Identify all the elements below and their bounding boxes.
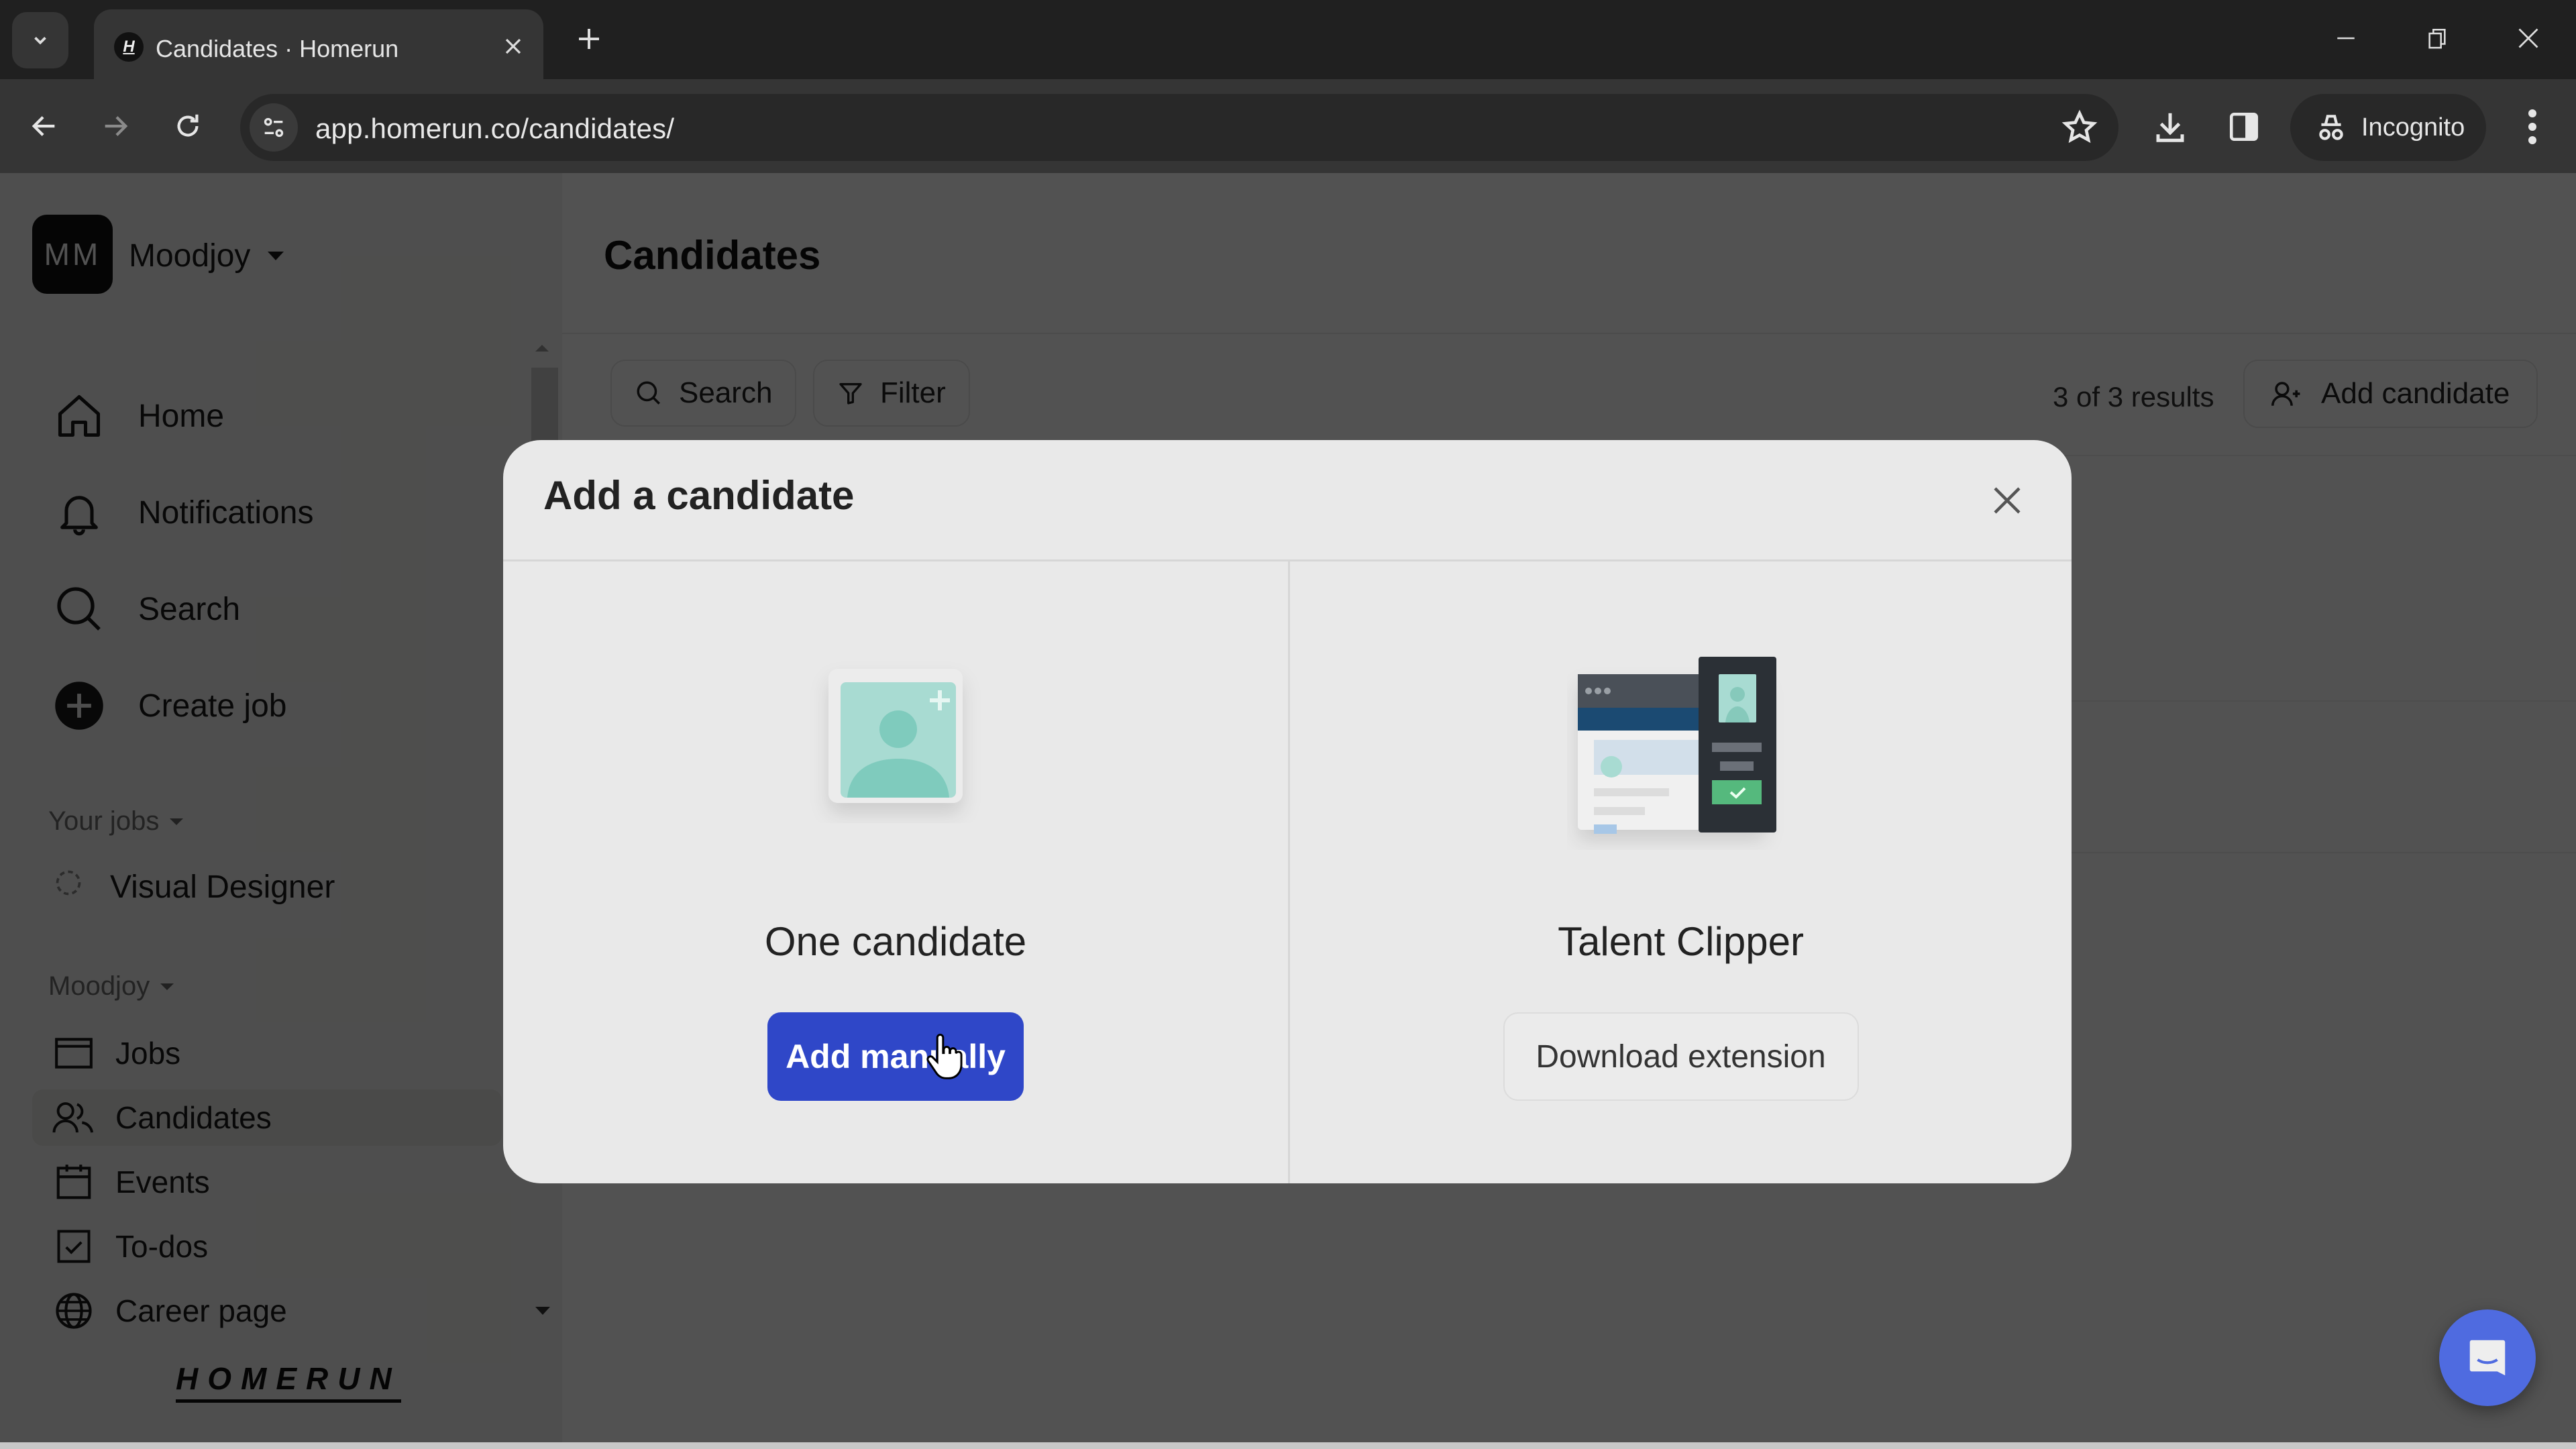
arrow-left-icon [32,116,55,136]
modal-title: Add a candidate [543,473,855,518]
incognito-label: Incognito [2361,113,2465,142]
option-title: Talent Clipper [1558,919,1804,964]
homerun-favicon-icon: H [114,32,144,62]
incognito-icon [2319,115,2343,140]
window-bottom-edge [0,1442,2576,1449]
tune-icon [264,117,284,138]
talent-clipper-illustration-icon [1567,649,1795,853]
option-one-candidate: One candidate Add manually [503,561,1288,1183]
browser-tab-bar: H Candidates · Homerun [0,0,2576,79]
tab-close-button[interactable] [496,30,530,63]
chat-bubble-icon [2469,1340,2506,1376]
restore-button[interactable] [2407,15,2467,62]
downloads-button[interactable] [2147,103,2194,150]
close-icon [1994,487,2021,514]
close-icon [505,38,521,54]
incognito-indicator[interactable]: Incognito [2290,94,2486,161]
new-tab-button[interactable] [570,20,608,58]
close-icon [2518,28,2538,48]
restore-icon [2428,28,2446,49]
add-person-illustration-icon [808,649,983,826]
modal-close-button[interactable] [1980,474,2034,527]
side-panel-button[interactable] [2220,103,2267,150]
add-candidate-modal: Add a candidate One candidate Add manual… [503,440,2072,1183]
option-title: One candidate [764,919,1027,964]
download-icon [2156,113,2184,142]
hand-cursor-icon [926,1033,963,1083]
site-info-button[interactable] [250,103,298,152]
more-vert-icon [2528,109,2536,144]
star-icon [2061,109,2098,144]
url-text: app.homerun.co/candidates/ [315,113,675,144]
minimize-icon [2337,37,2355,40]
chevron-down-icon [34,36,46,45]
plus-icon [579,29,599,49]
bookmark-button[interactable] [2061,109,2098,146]
add-manually-button[interactable]: Add manually [767,1012,1024,1101]
back-button[interactable] [17,99,71,153]
address-bar[interactable]: app.homerun.co/candidates/ [240,94,2118,161]
tab-title: Candidates · Homerun [156,35,399,62]
support-chat-button[interactable] [2439,1309,2536,1406]
tab-search-button[interactable] [12,12,68,68]
minimize-button[interactable] [2316,15,2376,62]
forward-button[interactable] [89,99,142,153]
browser-toolbar: app.homerun.co/candidates/ Incognito [0,79,2576,173]
reload-icon [177,114,199,137]
reload-button[interactable] [161,99,215,153]
browser-menu-button[interactable] [2509,103,2556,150]
browser-tab[interactable]: H Candidates · Homerun [94,9,543,79]
arrow-right-icon [105,116,128,136]
option-talent-clipper: Talent Clipper Download extension [1290,561,2072,1183]
window-close-button[interactable] [2498,15,2559,62]
side-panel-icon [2229,112,2259,142]
download-extension-button[interactable]: Download extension [1503,1012,1859,1101]
